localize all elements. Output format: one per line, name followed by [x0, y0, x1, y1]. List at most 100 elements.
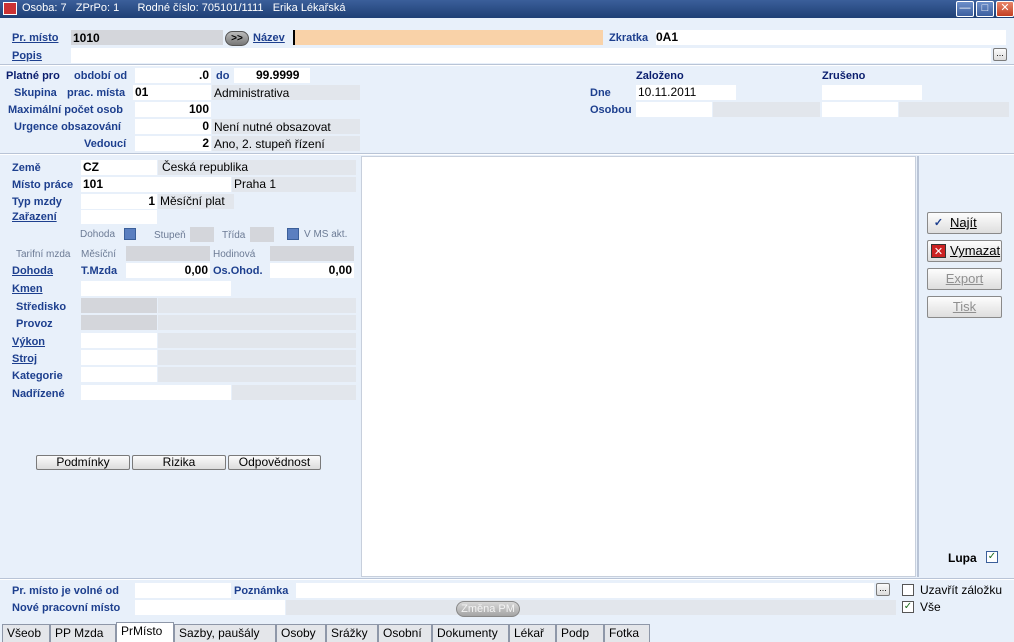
stroj-input[interactable]: [81, 350, 157, 365]
zkratka-label: Zkratka: [609, 32, 649, 44]
kategorie-label: Kategorie: [12, 370, 63, 382]
detail-area: [361, 156, 916, 577]
kmen-label: Kmen: [12, 283, 43, 295]
vedouci-label: Vedoucí: [84, 138, 127, 150]
odpovednost-button[interactable]: Odpovědnost: [228, 455, 321, 470]
dohoda-small-label: Dohoda: [80, 229, 116, 240]
tmzda-label: T.Mzda: [81, 265, 118, 277]
popis-input[interactable]: [71, 48, 991, 63]
tab-8[interactable]: Dokumenty: [432, 624, 509, 642]
expand-arrow-button[interactable]: >>: [225, 31, 249, 46]
zmena-pm-button[interactable]: Změna PM: [456, 601, 520, 617]
tab-9[interactable]: Lékař: [509, 624, 556, 642]
zeme-name: Česká republika: [162, 160, 249, 174]
rizika-button[interactable]: Rizika: [132, 455, 226, 470]
popis-more-button[interactable]: ...: [993, 48, 1007, 61]
stredisko-label: Středisko: [16, 301, 67, 313]
nove-misto-input[interactable]: [135, 600, 285, 615]
typ-mzdy-input[interactable]: 1: [81, 194, 157, 209]
vykon-input[interactable]: [81, 333, 157, 348]
nove-misto-label: Nové pracovní místo: [12, 602, 121, 614]
left-panel: [4, 157, 360, 575]
najit-button[interactable]: ✓ Najít: [927, 212, 1002, 234]
oshod-label: Os.Ohod.: [213, 265, 263, 277]
prac-mista-label: prac. místa: [67, 87, 126, 99]
max-osob-label: Maximální počet osob: [8, 104, 123, 116]
skupina-name: Administrativa: [214, 86, 290, 100]
tab-5[interactable]: Osoby: [276, 624, 326, 642]
vms-label: V MS akt.: [304, 229, 348, 240]
skupina-input[interactable]: 01: [133, 85, 211, 100]
tisk-label: Tisk: [952, 299, 977, 314]
osobou-label: Osobou: [590, 104, 632, 116]
skupina-label: Skupina: [14, 87, 57, 99]
obdobi-od-input[interactable]: .0: [135, 68, 211, 83]
tab-6[interactable]: Srážky: [326, 624, 378, 642]
dne-label: Dne: [590, 87, 611, 99]
maximize-button[interactable]: □: [976, 1, 994, 17]
mesicni-label: Měsíční: [81, 249, 117, 260]
export-label: Export: [945, 271, 984, 286]
pr-misto-label: Pr. místo: [12, 32, 59, 44]
kategorie-input[interactable]: [81, 367, 157, 382]
tmzda-input[interactable]: 0,00: [126, 263, 210, 278]
pr-misto-value[interactable]: 1010: [73, 31, 100, 45]
do-label: do: [216, 70, 230, 82]
vedouci-input[interactable]: 2: [135, 136, 211, 151]
najit-label: Najít: [950, 215, 977, 230]
zarazeni-label: Zařazení: [12, 211, 57, 223]
tab-3[interactable]: PrMísto: [116, 622, 174, 642]
uzavrit-checkbox[interactable]: [902, 584, 914, 596]
obdobi-do-input[interactable]: 99.9999: [234, 68, 310, 83]
oshod-input[interactable]: 0,00: [270, 263, 354, 278]
zkratka-input[interactable]: 0A1: [656, 30, 1006, 45]
tab-10[interactable]: Podp: [556, 624, 604, 642]
vedouci-text: Ano, 2. stupeň řízení: [214, 137, 325, 151]
dohoda-checkbox[interactable]: [124, 228, 136, 240]
vms-checkbox[interactable]: [287, 228, 299, 240]
urgence-input[interactable]: 0: [135, 119, 211, 134]
poznamka-input[interactable]: [296, 583, 874, 598]
popis-label: Popis: [12, 50, 42, 62]
dohoda-label: Dohoda: [12, 265, 53, 277]
tisk-button[interactable]: Tisk: [927, 296, 1002, 318]
window-title: Osoba: 7 ZPrPo: 1 Rodné číslo: 705101/11…: [22, 2, 346, 14]
hodinova-label: Hodinová: [213, 249, 256, 260]
zalozeno-label: Založeno: [636, 70, 684, 82]
find-icon: ✓: [933, 217, 944, 229]
zruseno-dne-value: [822, 85, 922, 100]
zruseno-label: Zrušeno: [822, 70, 866, 82]
zalozeno-dne-value: 10.11.2011: [636, 85, 736, 100]
stroj-label: Stroj: [12, 353, 38, 365]
poznamka-label: Poznámka: [234, 585, 289, 597]
podminky-button[interactable]: Podmínky: [36, 455, 130, 470]
vykon-label: Výkon: [12, 336, 46, 348]
close-button[interactable]: ✕: [996, 1, 1014, 17]
nazev-input[interactable]: [293, 30, 603, 45]
app-icon: [3, 2, 17, 15]
minimize-button[interactable]: —: [956, 1, 974, 17]
poznamka-more-button[interactable]: ...: [876, 583, 890, 596]
uzavrit-label: Uzavřít záložku: [920, 583, 1003, 597]
zarazeni-input[interactable]: [81, 210, 157, 224]
nadrizene-input[interactable]: [81, 385, 231, 400]
zalozeno-osobou-value: [636, 102, 712, 117]
tab-11[interactable]: Fotka: [604, 624, 650, 642]
misto-prace-input[interactable]: 101: [81, 177, 231, 192]
kmen-input[interactable]: [81, 281, 231, 296]
tab-2[interactable]: PP Mzda: [50, 624, 116, 642]
nazev-label: Název: [253, 32, 285, 44]
tab-1[interactable]: Všeob: [2, 624, 50, 642]
zeme-input[interactable]: CZ: [81, 160, 157, 175]
tab-7[interactable]: Osobní: [378, 624, 432, 642]
lupa-label: Lupa: [948, 551, 977, 565]
vse-checkbox[interactable]: ✓: [902, 601, 914, 613]
export-button[interactable]: Export: [927, 268, 1002, 290]
misto-prace-label: Místo práce: [12, 179, 74, 191]
max-osob-input[interactable]: 100: [135, 102, 211, 117]
lupa-checkbox[interactable]: ✓: [986, 551, 998, 563]
volne-od-input[interactable]: [135, 583, 231, 598]
vymazat-button[interactable]: ✕ Vymazat: [927, 240, 1002, 262]
tab-4[interactable]: Sazby, paušály: [174, 624, 276, 642]
obdobi-od-label: období od: [74, 70, 128, 82]
